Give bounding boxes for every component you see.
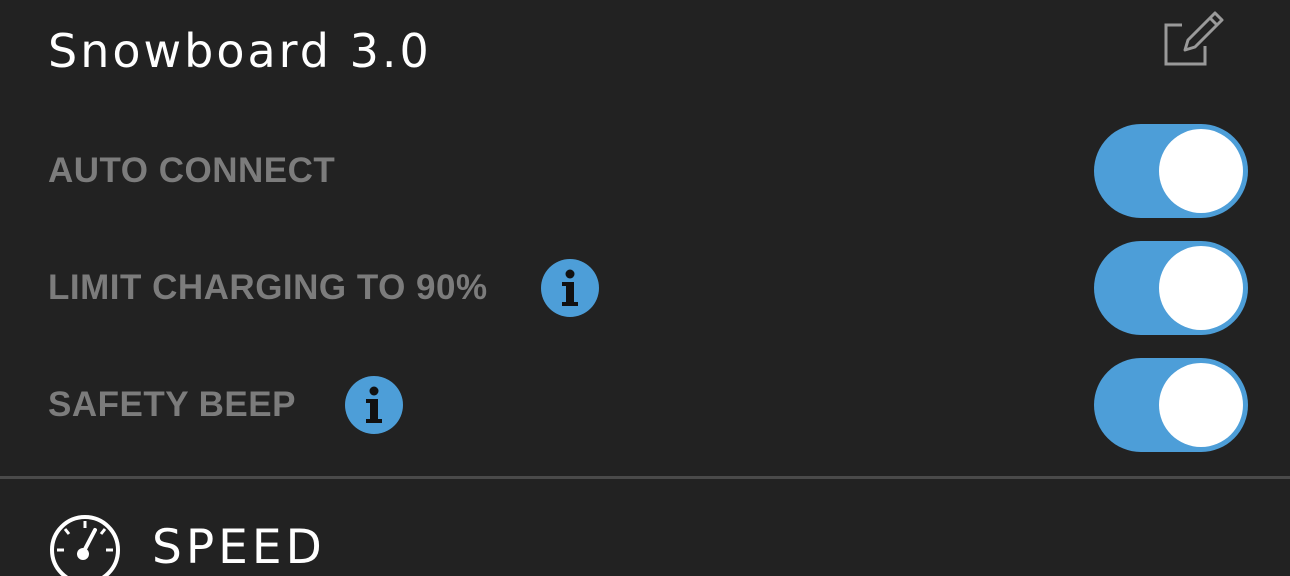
limit-charging-toggle[interactable]	[1094, 241, 1248, 335]
toggle-knob	[1159, 246, 1243, 330]
edit-icon	[1164, 11, 1224, 66]
speed-section-title: SPEED	[152, 520, 326, 575]
safety-beep-info-button[interactable]	[345, 376, 403, 434]
setting-label-limit-charging: LIMIT CHARGING TO 90%	[48, 268, 488, 307]
auto-connect-toggle[interactable]	[1094, 124, 1248, 218]
setting-label-safety-beep: SAFETY BEEP	[48, 385, 296, 424]
limit-charging-info-button[interactable]	[541, 259, 599, 317]
edit-button[interactable]	[1158, 4, 1226, 72]
setting-label-auto-connect: AUTO CONNECT	[48, 151, 336, 190]
setting-row-limit-charging: LIMIT CHARGING TO 90%	[0, 238, 1290, 338]
speedometer-icon	[48, 513, 122, 576]
setting-row-auto-connect: AUTO CONNECT	[0, 121, 1290, 221]
info-icon	[562, 269, 578, 306]
device-title: Snowboard 3.0	[48, 24, 432, 78]
toggle-knob	[1159, 129, 1243, 213]
info-icon	[366, 386, 382, 423]
speed-section-header[interactable]: SPEED	[0, 479, 1290, 576]
setting-row-safety-beep: SAFETY BEEP	[0, 355, 1290, 455]
safety-beep-toggle[interactable]	[1094, 358, 1248, 452]
settings-screen: Snowboard 3.0 AUTO CONNECT LIMIT CHARGIN…	[0, 0, 1290, 576]
toggle-knob	[1159, 363, 1243, 447]
